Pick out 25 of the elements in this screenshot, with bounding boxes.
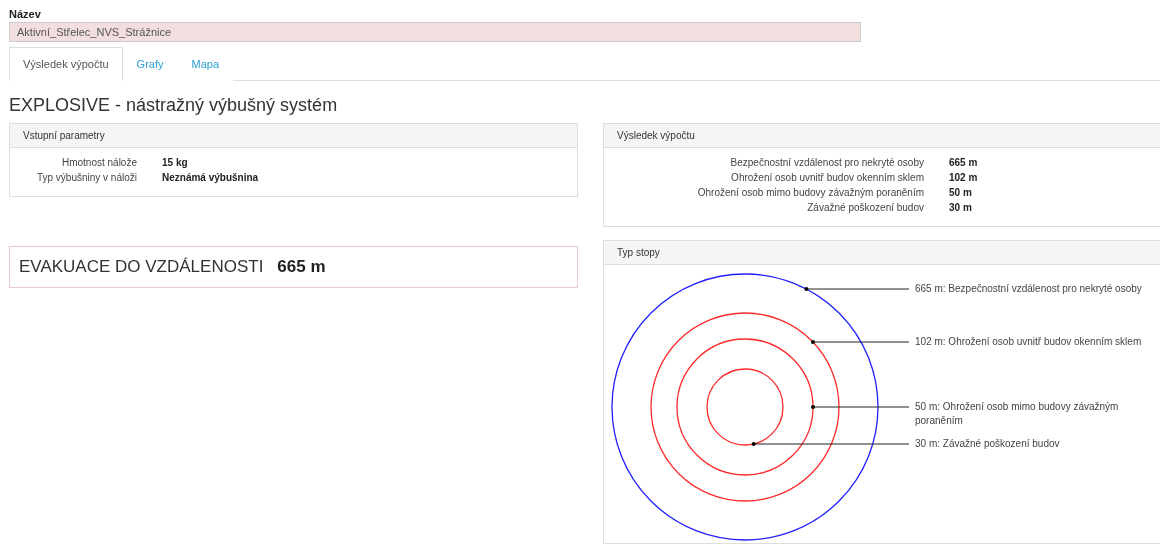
evacuation-label: EVAKUACE DO VZDÁLENOSTI (19, 257, 264, 277)
parameter-label: Typ výbušniny v náloži (35, 172, 137, 183)
result-value: 665 m (949, 157, 979, 168)
page-title: EXPLOSIVE - nástražný výbušný systém (9, 95, 339, 116)
name-field[interactable]: Aktivní_Střelec_NVS_Strážnice (9, 22, 861, 42)
result-value: 102 m (949, 172, 979, 183)
ring-label: 30 m: Závažné poškození budov (915, 437, 1061, 451)
result-value: 50 m (949, 187, 973, 198)
panel-title: Typ stopy (604, 241, 1160, 265)
ring-label: 50 m: Ohrožení osob mimo budovy závažným poraněním (915, 400, 1120, 428)
evacuation-value: 665 m (277, 257, 326, 277)
ring-label: 102 m: Ohrožení osob uvnitř budov okenním sklem (915, 335, 1143, 349)
result-label: Ohrožení osob mimo budovy závažným poraněním (696, 187, 924, 198)
field-label: Název (9, 7, 42, 22)
result-label: Závažné poškození budov (806, 202, 924, 213)
parameter-value: 15 kg (162, 157, 189, 168)
parameter-value: Neznámá výbušnina (162, 172, 260, 183)
tab[interactable]: Výsledek výpočtu (9, 47, 123, 81)
result-label: Ohrožení osob uvnitř budov okenním sklem (730, 172, 924, 183)
ring-label: 665 m: Bezpečnostní vzdálenost pro nekryté osoby (915, 282, 1143, 296)
result-value: 30 m (949, 202, 973, 213)
panel-title: Výsledek výpočtu (604, 124, 1160, 148)
panel-title: Vstupní parametry (10, 124, 577, 148)
result-label: Bezpečnostní vzdálenost pro nekryté osoby (729, 157, 924, 168)
parameter-label: Hmotnost nálože (60, 157, 137, 168)
